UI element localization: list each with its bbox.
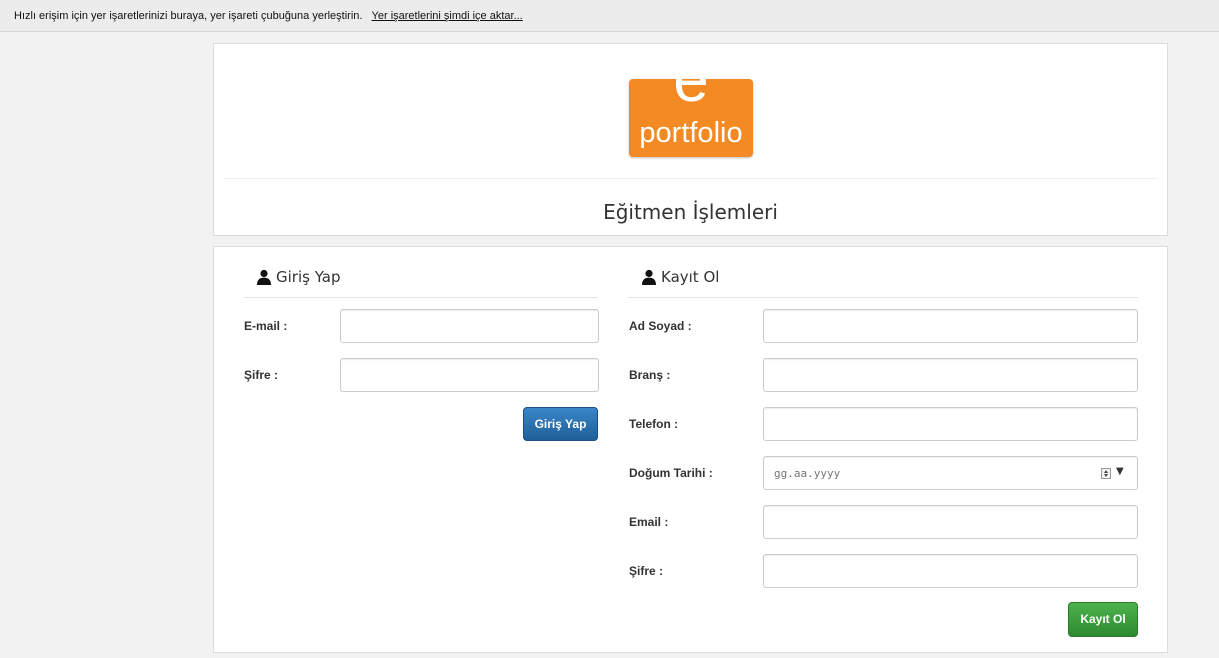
register-branch-label: Branş : xyxy=(629,368,671,382)
register-password-label: Şifre : xyxy=(629,564,664,578)
register-name-label: Ad Soyad : xyxy=(629,319,692,333)
date-spinner-icon[interactable] xyxy=(1101,468,1111,479)
register-button[interactable]: Kayıt Ol xyxy=(1068,602,1138,637)
login-email-input[interactable] xyxy=(340,309,599,343)
import-bookmarks-link[interactable]: Yer işaretlerini şimdi içe aktar... xyxy=(372,10,523,22)
header-panel: e portfolio Eğitmen İşlemleri xyxy=(213,43,1168,236)
register-email-input[interactable] xyxy=(763,505,1138,539)
login-email-label: E-mail : xyxy=(244,319,288,333)
register-divider xyxy=(628,297,1138,298)
logo-letter: e xyxy=(673,43,709,115)
login-password-input[interactable] xyxy=(340,358,599,392)
login-button[interactable]: Giriş Yap xyxy=(523,407,598,441)
bookmarks-bar-message: Hızlı erişim için yer işaretlerinizi bur… xyxy=(14,10,363,22)
login-divider xyxy=(244,297,598,298)
register-password-input[interactable] xyxy=(763,554,1138,588)
page-title: Eğitmen İşlemleri xyxy=(603,200,778,224)
login-section-title: Giriş Yap xyxy=(256,265,341,289)
birthdate-picker[interactable]: ▼ xyxy=(763,456,1138,490)
header-divider xyxy=(224,178,1157,179)
register-branch-input[interactable] xyxy=(763,358,1138,392)
register-birthdate-label: Doğum Tarihi : xyxy=(629,466,713,480)
register-name-input[interactable] xyxy=(763,309,1138,343)
logo-word: portfolio xyxy=(639,117,743,149)
form-panel: Giriş Yap E-mail : Şifre : Giriş Yap Kay… xyxy=(213,246,1168,653)
dropdown-arrow-icon[interactable]: ▼ xyxy=(1116,466,1124,477)
register-title-text: Kayıt Ol xyxy=(661,268,720,286)
register-phone-input[interactable] xyxy=(763,407,1138,441)
user-icon xyxy=(257,269,271,285)
login-title-text: Giriş Yap xyxy=(276,268,341,286)
register-section-title: Kayıt Ol xyxy=(641,265,719,289)
eportfolio-logo[interactable]: e portfolio xyxy=(629,47,753,157)
user-icon xyxy=(642,269,656,285)
bookmarks-bar: Hızlı erişim için yer işaretlerinizi bur… xyxy=(0,0,1219,32)
register-birthdate-input[interactable] xyxy=(763,456,1138,490)
register-email-label: Email : xyxy=(629,515,669,529)
login-password-label: Şifre : xyxy=(244,368,279,382)
register-phone-label: Telefon : xyxy=(629,417,679,431)
